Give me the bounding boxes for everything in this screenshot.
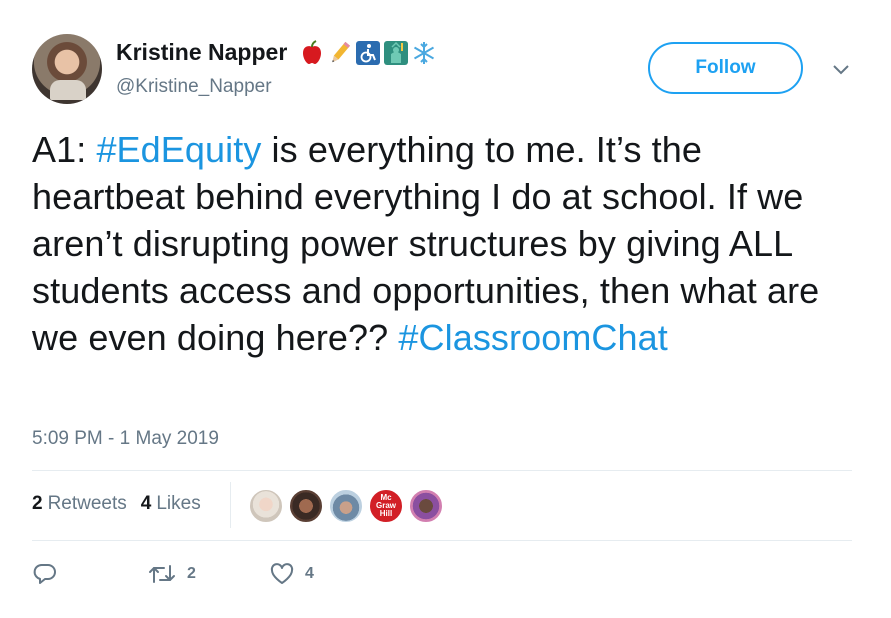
- retweet-icon: [149, 565, 175, 583]
- retweets-label: Retweets: [47, 493, 127, 514]
- retweets-stat[interactable]: 2 Retweets: [32, 493, 127, 515]
- like-count: 4: [305, 565, 314, 582]
- name-emojis: [299, 39, 437, 66]
- reply-icon: [33, 564, 56, 584]
- reply-button[interactable]: [32, 562, 147, 586]
- profile-avatar[interactable]: [32, 34, 102, 104]
- wheelchair-emoji: [355, 40, 381, 66]
- liker-avatar[interactable]: [328, 488, 364, 524]
- stats-separator: [230, 482, 231, 528]
- user-name-row: Kristine Napper: [116, 39, 437, 66]
- follow-button[interactable]: Follow: [648, 42, 803, 94]
- hashtag-link[interactable]: #EdEquity: [96, 129, 261, 170]
- liker-avatar[interactable]: [408, 488, 444, 524]
- heart-icon: [270, 563, 294, 584]
- retweets-count: 2: [32, 493, 43, 514]
- like-button[interactable]: 4: [269, 562, 314, 586]
- statue-of-liberty-emoji: [383, 40, 409, 66]
- retweet-count: 2: [187, 565, 196, 582]
- tweet-text-segment: A1:: [32, 129, 97, 170]
- tweet-text: A1: #EdEquity is everything to me. It’s …: [32, 126, 862, 361]
- liker-avatar[interactable]: [248, 488, 284, 524]
- tweet-actions: 2 4: [32, 562, 314, 586]
- likes-label: Likes: [156, 493, 201, 514]
- likes-count: 4: [140, 493, 152, 514]
- liker-avatar-mcgraw-hill-logo[interactable]: Mc Graw Hill: [368, 488, 404, 524]
- user-handle[interactable]: @Kristine_Napper: [116, 76, 272, 98]
- user-display-name[interactable]: Kristine Napper: [116, 39, 287, 66]
- apple-emoji: [299, 39, 325, 66]
- snowflake-emoji: [411, 40, 437, 66]
- retweet-button[interactable]: 2: [147, 562, 269, 586]
- likers-avatars: Mc Graw Hill: [248, 488, 444, 524]
- tweet-timestamp[interactable]: 5:09 PM - 1 May 2019: [32, 428, 219, 450]
- divider: [32, 470, 852, 471]
- chevron-down-icon[interactable]: [832, 63, 850, 75]
- divider: [32, 540, 852, 541]
- hashtag-link[interactable]: #ClassroomChat: [398, 317, 668, 358]
- engagement-stats: 2 Retweets 4 Likes: [32, 493, 215, 515]
- likes-stat[interactable]: 4 Likes: [141, 493, 201, 515]
- liker-avatar[interactable]: [288, 488, 324, 524]
- avatar-scarf: [50, 80, 86, 100]
- pencil-emoji: [327, 40, 353, 66]
